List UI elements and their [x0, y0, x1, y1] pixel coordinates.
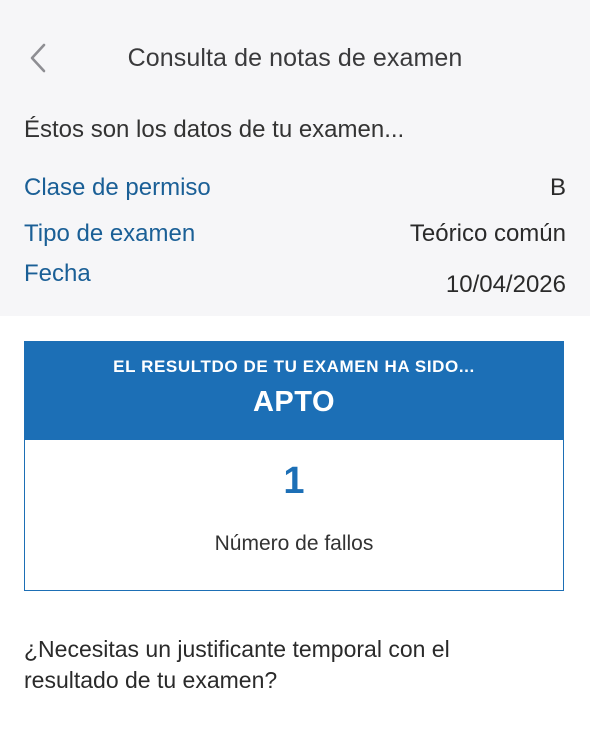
detail-label: Tipo de examen — [24, 220, 196, 247]
fails-label: Número de fallos — [214, 532, 374, 555]
navigation-bar: Consulta de notas de examen — [0, 0, 590, 92]
detail-label: Fecha — [24, 260, 91, 287]
detail-row-date: Fecha 10/04/2026 — [24, 260, 566, 298]
result-header: EL RESULTDO DE TU EXAMEN HA SIDO... APTO — [25, 342, 563, 440]
exam-result-card: EL RESULTDO DE TU EXAMEN HA SIDO... APTO… — [24, 341, 564, 591]
detail-value: B — [549, 174, 566, 201]
page-title: Consulta de notas de examen — [127, 44, 463, 72]
fails-count: 1 — [283, 460, 305, 502]
result-value: APTO — [252, 386, 336, 418]
detail-label: Clase de permiso — [24, 174, 211, 201]
result-caption: EL RESULTDO DE TU EXAMEN HA SIDO... — [113, 357, 475, 376]
detail-value: Teórico común — [409, 220, 566, 247]
detail-row-exam-type: Tipo de examen Teórico común — [24, 217, 566, 251]
intro-text: Éstos son los datos de tu examen... — [24, 116, 405, 143]
detail-row-permit-class: Clase de permiso B — [24, 171, 566, 205]
certificate-question: ¿Necesitas un justificante temporal con … — [24, 636, 450, 693]
detail-value: 10/04/2026 — [445, 271, 566, 298]
